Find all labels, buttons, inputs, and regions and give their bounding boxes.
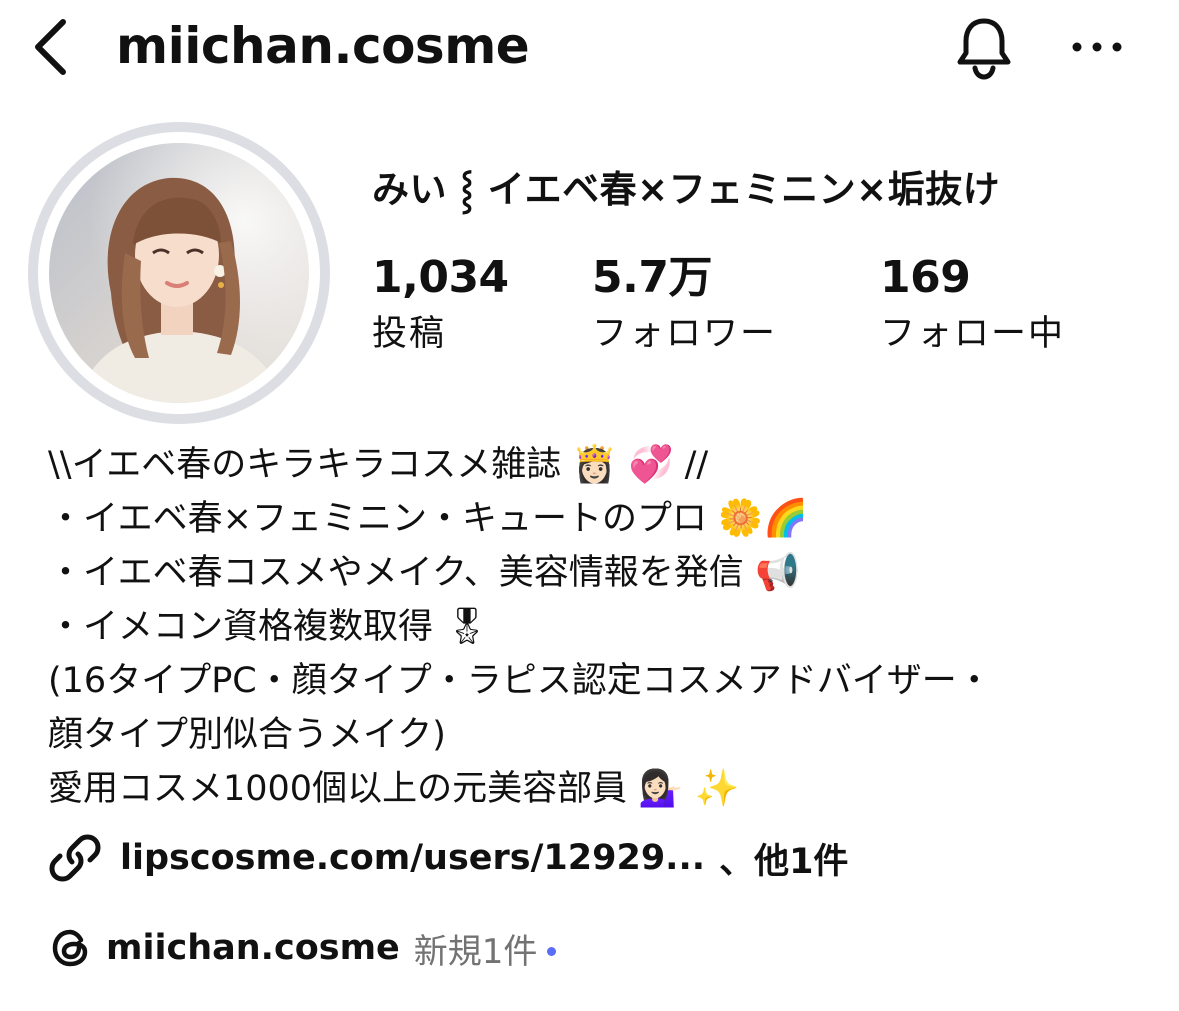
- bio-text: 愛用コスメ1000個以上の元美容部員: [48, 769, 628, 809]
- bio-line: (16タイプPC・顔タイプ・ラピス認定コスメアドバイザー・: [48, 654, 1148, 708]
- bio-suffix: //: [684, 445, 709, 485]
- back-button[interactable]: [20, 16, 80, 78]
- bio-line: 顔タイプ別似合うメイク): [48, 708, 1148, 762]
- stat-label: 投稿: [372, 314, 447, 354]
- avatar-frame: [38, 132, 320, 414]
- bio-emoji: 👸🏻 💞: [572, 444, 674, 485]
- bio-line: 愛用コスメ1000個以上の元美容部員 💁🏻‍♀️ ✨: [48, 762, 1148, 816]
- notifications-button[interactable]: [948, 12, 1020, 84]
- threads-handle: miichan.cosme: [106, 928, 400, 968]
- threads-new-count: 新規1件: [413, 931, 538, 972]
- bio-line: \\イエベ春のキラキラコスメ雑誌 👸🏻 💞 //: [48, 438, 1148, 492]
- bio-emoji: 📢: [754, 552, 800, 593]
- avatar[interactable]: [28, 122, 330, 424]
- stat-label: フォロワー: [592, 314, 778, 354]
- page-title: miichan.cosme: [116, 17, 530, 75]
- stat-value: 169: [880, 252, 971, 303]
- stat-label: フォロー中: [880, 314, 1066, 354]
- bio-text: (16タイプPC・顔タイプ・ラピス認定コスメアドバイザー・: [48, 661, 992, 701]
- stat-value: 5.7万: [592, 252, 712, 303]
- bio-line: ・イエベ春コスメやメイク、美容情報を発信 📢: [48, 546, 1148, 600]
- unread-dot: [547, 946, 557, 956]
- more-options-button[interactable]: [1062, 22, 1132, 72]
- bio-text: \\イエベ春のキラキラコスメ雑誌: [48, 445, 562, 485]
- chevron-left-icon: [35, 19, 66, 75]
- bio-text: ・イメコン資格複数取得: [48, 607, 434, 647]
- bio-text: ・イエベ春コスメやメイク、美容情報を発信: [48, 553, 744, 593]
- bio: \\イエベ春のキラキラコスメ雑誌 👸🏻 💞 // ・イエベ春×フェミニン・キュー…: [48, 438, 1148, 816]
- stat-value: 1,034: [372, 252, 509, 303]
- bio-line: ・イメコン資格複数取得 🎖: [48, 600, 1148, 654]
- stat-posts[interactable]: 1,034 投稿: [372, 250, 509, 362]
- bio-emoji: 🌼🌈: [718, 498, 808, 539]
- link-icon: [49, 834, 101, 882]
- profile-photo: [49, 143, 309, 403]
- more-horizontal-icon: [1072, 42, 1122, 52]
- threads-icon: [52, 929, 88, 967]
- bio-text: ・イエベ春×フェミニン・キュートのプロ: [48, 499, 707, 539]
- link-url: lipscosme.com/users/12929...: [120, 838, 706, 878]
- bio-emoji: 💁🏻‍♀️ ✨: [638, 768, 740, 809]
- stat-following[interactable]: 169 フォロー中: [880, 250, 1065, 362]
- bell-icon: [957, 18, 1011, 80]
- link-more-count: 、他1件: [719, 841, 849, 882]
- stat-followers[interactable]: 5.7万 フォロワー: [592, 250, 777, 362]
- external-link[interactable]: lipscosme.com/users/12929... 、他1件: [48, 826, 848, 890]
- bio-emoji: 🎖: [444, 606, 490, 647]
- threads-badge[interactable]: miichan.cosme 新規1件: [48, 918, 557, 978]
- bio-text: 顔タイプ別似合うメイク): [48, 715, 446, 755]
- bio-line: ・イエベ春×フェミニン・キュートのプロ 🌼🌈: [48, 492, 1148, 546]
- profile-display-name: みい ⸾ イエベ春×フェミニン×垢抜け: [372, 168, 1001, 211]
